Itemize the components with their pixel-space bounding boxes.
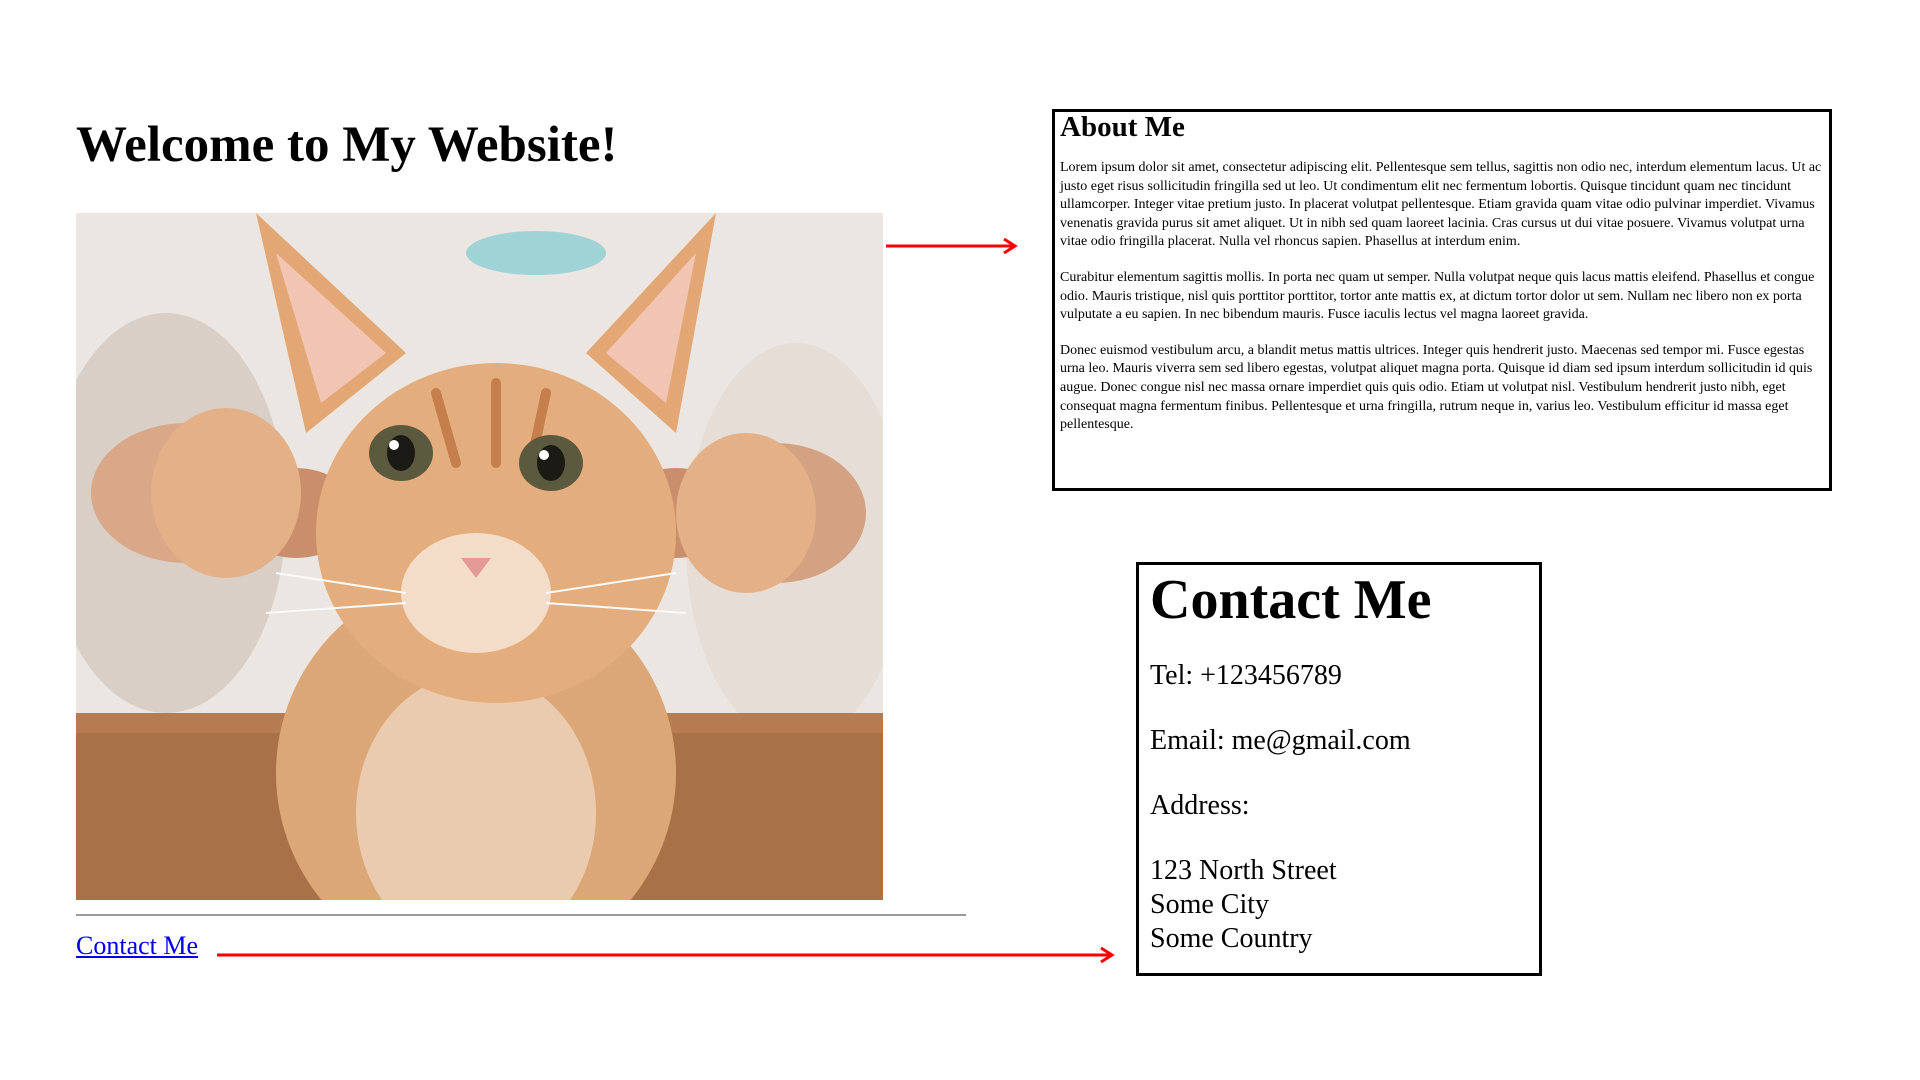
about-paragraph: Donec euismod vestibulum arcu, a blandit… xyxy=(1060,342,1813,433)
contact-address-line: 123 North Street xyxy=(1150,855,1337,886)
contact-address-line: Some Country xyxy=(1150,923,1313,954)
contact-email: Email: me@gmail.com xyxy=(1150,725,1411,756)
kitten-illustration xyxy=(76,213,883,900)
contact-address-line: Some City xyxy=(1150,889,1270,920)
contact-title: Contact Me xyxy=(1150,569,1432,631)
contact-tel: Tel: +123456789 xyxy=(1150,660,1342,691)
contact-address-label: Address: xyxy=(1150,790,1250,821)
kitten-photo xyxy=(76,213,883,900)
arrow-to-about xyxy=(886,237,1018,255)
about-paragraph: Lorem ipsum dolor sit amet, consectetur … xyxy=(1060,160,1822,250)
about-section: About Me Lorem ipsum dolor sit amet, con… xyxy=(1052,109,1832,491)
contact-me-link[interactable]: Contact Me xyxy=(76,929,198,963)
about-title: About Me xyxy=(1060,111,1185,143)
divider xyxy=(76,914,966,916)
about-paragraph: Curabitur elementum sagittis mollis. In … xyxy=(1060,269,1815,323)
page: Welcome to My Website! Contact Me About … xyxy=(0,0,1920,1080)
arrow-to-contact xyxy=(217,946,1115,964)
contact-section: Contact Me Tel: +123456789 Email: me@gma… xyxy=(1136,562,1542,976)
page-title: Welcome to My Website! xyxy=(76,117,618,173)
